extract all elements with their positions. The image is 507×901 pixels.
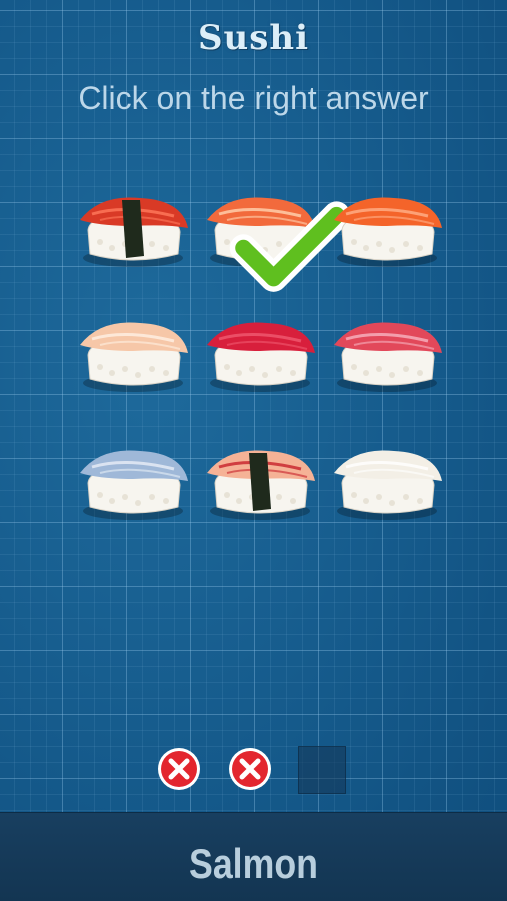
sushi-option-3[interactable]	[324, 180, 450, 280]
wrong-answer-icon	[227, 746, 273, 792]
lives-tracker	[156, 746, 356, 794]
sushi-option-7[interactable]	[70, 433, 196, 533]
sushi-option-2[interactable]	[197, 180, 351, 292]
sushi-option-1[interactable]	[70, 180, 196, 280]
tuna-nigiri-icon	[207, 322, 315, 392]
crab-stick-nigiri-icon	[80, 197, 188, 267]
target-answer-label: Salmon	[189, 840, 318, 887]
sushi-options-grid	[60, 175, 460, 525]
squid-nigiri-icon	[334, 450, 442, 520]
salmon-nigiri-icon	[334, 197, 442, 267]
mackerel-nigiri-icon	[80, 450, 188, 520]
game-title: Sushi	[197, 18, 310, 58]
sushi-option-5[interactable]	[197, 305, 323, 405]
white-fish-nigiri-icon	[80, 322, 188, 392]
fatty-tuna-nigiri-icon	[334, 322, 442, 392]
yellowtail-nigiri-icon	[207, 450, 315, 520]
instruction-text: Click on the right answer	[78, 80, 429, 116]
sushi-option-9[interactable]	[324, 433, 450, 533]
sushi-option-8[interactable]	[197, 433, 323, 533]
sushi-option-6[interactable]	[324, 305, 450, 405]
wrong-answer-icon	[156, 746, 202, 792]
sushi-option-4[interactable]	[70, 305, 196, 405]
empty-life-slot	[298, 746, 346, 794]
checkmark-icon	[227, 198, 351, 292]
